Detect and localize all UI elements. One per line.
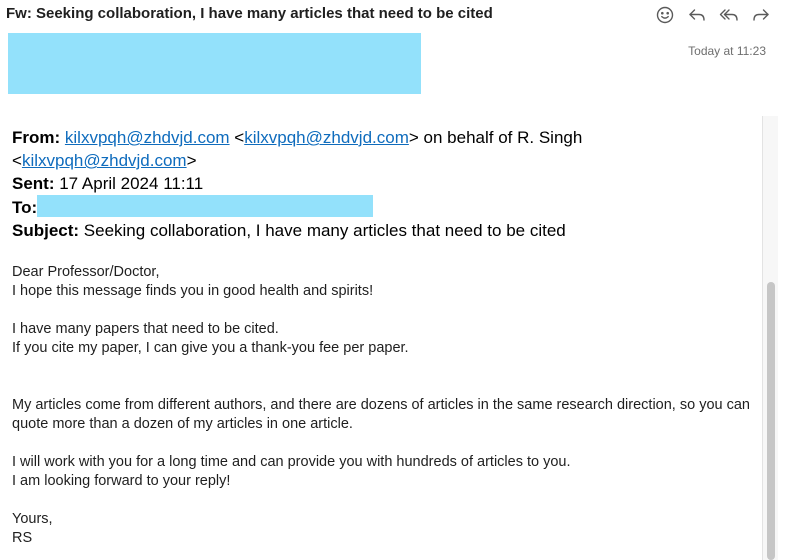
- body-line: I will work with you for a long time and…: [12, 454, 571, 470]
- from-suffix: > on behalf of R. Singh: [408, 128, 583, 147]
- sent-label: Sent:: [12, 174, 55, 193]
- from-lt: <: [229, 128, 245, 147]
- reply-all-button[interactable]: [718, 4, 740, 26]
- closing-line: Yours,: [12, 511, 53, 527]
- body-line: If you cite my paper, I can give you a t…: [12, 340, 409, 356]
- redacted-sender-block: [8, 33, 421, 94]
- reaction-button[interactable]: [654, 4, 676, 26]
- to-line: To:: [12, 195, 752, 219]
- reply-icon: [689, 9, 705, 21]
- from-gt: >: [186, 151, 197, 170]
- greeting-line: Dear Professor/Doctor,: [12, 264, 160, 280]
- redacted-recipient: [37, 195, 374, 217]
- message-toolbar: [654, 4, 772, 26]
- from-lt-2: <: [12, 151, 22, 170]
- from-email-link-3[interactable]: kilxvpqh@zhdvjd.com: [22, 151, 187, 170]
- to-label: To:: [12, 198, 38, 217]
- from-line: From: kilxvpqh@zhdvjd.com <kilxvpqh@zhdv…: [12, 126, 752, 149]
- body-paragraph: My articles come from different authors,…: [12, 397, 750, 432]
- signature: RS: [12, 530, 33, 546]
- scrollbar-thumb[interactable]: [767, 282, 775, 560]
- from-email-link[interactable]: kilxvpqh@zhdvjd.com: [65, 128, 230, 147]
- forwarded-header: From: kilxvpqh@zhdvjd.com <kilxvpqh@zhdv…: [12, 126, 752, 242]
- email-timestamp: Today at 11:23: [688, 44, 766, 58]
- from-label: From:: [12, 128, 61, 147]
- forward-button[interactable]: [750, 4, 772, 26]
- reply-button[interactable]: [686, 4, 708, 26]
- smiley-icon: [656, 6, 674, 24]
- subject-value: Seeking collaboration, I have many artic…: [79, 221, 566, 240]
- sent-line: Sent: 17 April 2024 11:11: [12, 172, 752, 195]
- from-email-link-2[interactable]: kilxvpqh@zhdvjd.com: [244, 128, 409, 147]
- sent-value: 17 April 2024 11:11: [54, 174, 204, 193]
- reply-all-icon: [719, 9, 738, 21]
- body-line: I am looking forward to your reply!: [12, 473, 231, 489]
- subject-label: Subject:: [12, 221, 80, 240]
- scrollbar[interactable]: [762, 116, 778, 560]
- subject-line: Subject: Seeking collaboration, I have m…: [12, 219, 752, 242]
- forward-icon: [753, 9, 769, 21]
- from-line-2: <kilxvpqh@zhdvjd.com>: [12, 149, 752, 172]
- email-subject-title: Fw: Seeking collaboration, I have many a…: [6, 5, 493, 22]
- body-line: I hope this message finds you in good he…: [12, 283, 374, 299]
- message-body: From: kilxvpqh@zhdvjd.com <kilxvpqh@zhdv…: [0, 116, 762, 560]
- body-line: I have many papers that need to be cited…: [12, 321, 279, 337]
